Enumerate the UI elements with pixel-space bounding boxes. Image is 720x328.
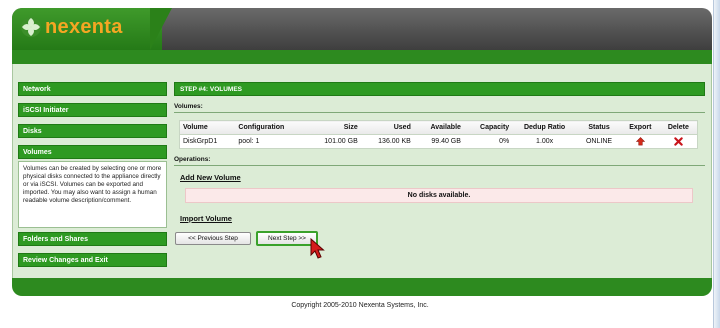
import-volume-link[interactable]: Import Volume — [180, 214, 232, 223]
volumes-section-label: Volumes: — [174, 103, 203, 110]
sidebar-item-folders-and-shares[interactable]: Folders and Shares — [18, 232, 167, 246]
cell-available: 99.40 GB — [431, 138, 461, 145]
cell-volume: DiskGrpD1 — [183, 138, 218, 145]
nexenta-logo-icon — [21, 17, 41, 37]
col-size: Size — [306, 120, 361, 135]
cell-size: 101.00 GB — [324, 138, 358, 145]
cell-export — [621, 135, 660, 149]
sidebar-item-network[interactable]: Network — [18, 82, 167, 96]
header-green-band — [12, 50, 712, 64]
volumes-divider — [174, 112, 705, 113]
col-configuration: Configuration — [235, 120, 307, 135]
header-slant — [150, 8, 172, 50]
col-capacity: Capacity — [463, 120, 513, 135]
nexenta-logo: nexenta — [20, 13, 123, 41]
col-available: Available — [413, 120, 464, 135]
cell-used: 136.00 KB — [378, 138, 411, 145]
sidebar-item-review-changes[interactable]: Review Changes and Exit — [18, 253, 167, 267]
copyright-text: Copyright 2005-2010 Nexenta Systems, Inc… — [291, 302, 429, 309]
col-status: Status — [577, 120, 622, 135]
sidebar-item-volumes[interactable]: Volumes — [18, 145, 167, 159]
footer-band — [12, 278, 712, 296]
cell-dedup-ratio: 1.00x — [536, 138, 554, 145]
cell-configuration: pool: 1 — [238, 138, 260, 145]
delete-x-icon[interactable] — [674, 137, 683, 146]
operations-divider — [174, 165, 705, 166]
table-row: DiskGrpD1 pool: 1 101.00 GB 136.00 KB 99… — [180, 135, 698, 149]
add-new-volume-link[interactable]: Add New Volume — [180, 173, 241, 182]
cell-capacity: 0% — [499, 138, 510, 145]
no-disks-message: No disks available. — [185, 188, 693, 203]
col-dedup-ratio: Dedup Ratio — [512, 120, 578, 135]
col-volume: Volume — [179, 120, 236, 135]
next-step-button[interactable]: Next Step >> — [256, 231, 318, 246]
col-delete: Delete — [659, 120, 698, 135]
cell-status: ONLINE — [585, 138, 613, 145]
col-used: Used — [360, 120, 414, 135]
page-title: STEP #4: VOLUMES — [174, 82, 705, 96]
table-header-row: Volume Configuration Size Used Available… — [179, 120, 698, 135]
volumes-description: Volumes can be created by selecting one … — [18, 161, 167, 228]
previous-step-button[interactable]: << Previous Step — [175, 232, 251, 245]
browser-scrollbar[interactable] — [713, 0, 720, 328]
brand-name: nexenta — [45, 15, 123, 38]
sidebar-item-iscsi-initiater[interactable]: iSCSI Initiater — [18, 103, 167, 117]
cell-delete — [660, 135, 698, 149]
volumes-table: Volume Configuration Size Used Available… — [179, 120, 698, 149]
col-export: Export — [621, 120, 660, 135]
mouse-cursor-icon — [310, 238, 325, 259]
sidebar-item-disks[interactable]: Disks — [18, 124, 167, 138]
export-arrow-icon[interactable] — [635, 137, 646, 146]
operations-section-label: Operations: — [174, 156, 211, 163]
